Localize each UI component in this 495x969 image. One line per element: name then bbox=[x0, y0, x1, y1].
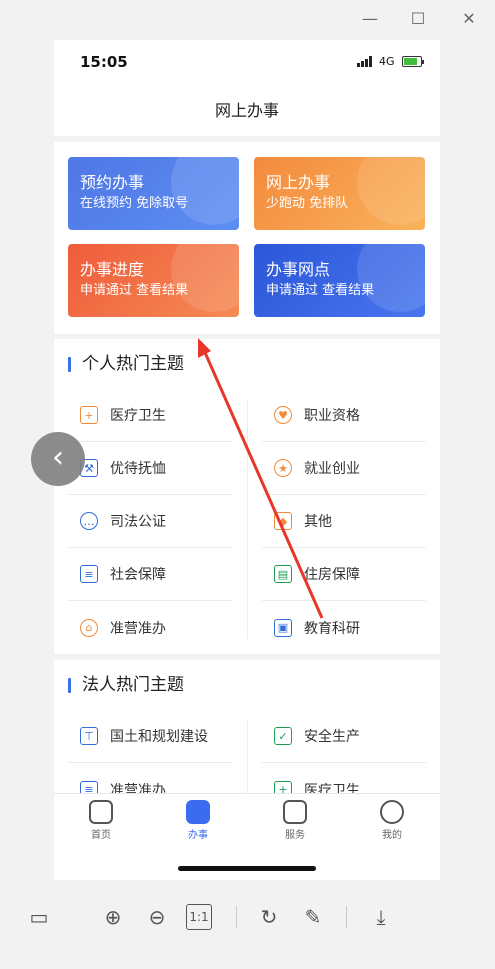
thumbnail-icon[interactable]: ▭ bbox=[24, 902, 54, 932]
rotate-icon[interactable]: ↻ bbox=[254, 902, 284, 932]
download-icon[interactable]: ⤓ bbox=[366, 902, 396, 932]
viewer-toolbar: ▭ ⊕ ⊖ 1:1 ↻ ✎ ⤓ bbox=[0, 892, 495, 947]
annotation-arrow bbox=[198, 338, 324, 619]
pen-icon[interactable]: ✎ bbox=[298, 902, 328, 932]
zoom-in-icon[interactable]: ⊕ bbox=[98, 902, 128, 932]
actual-size-icon[interactable]: 1:1 bbox=[186, 904, 212, 930]
arrow-line bbox=[201, 347, 324, 619]
zoom-out-icon[interactable]: ⊖ bbox=[142, 902, 172, 932]
